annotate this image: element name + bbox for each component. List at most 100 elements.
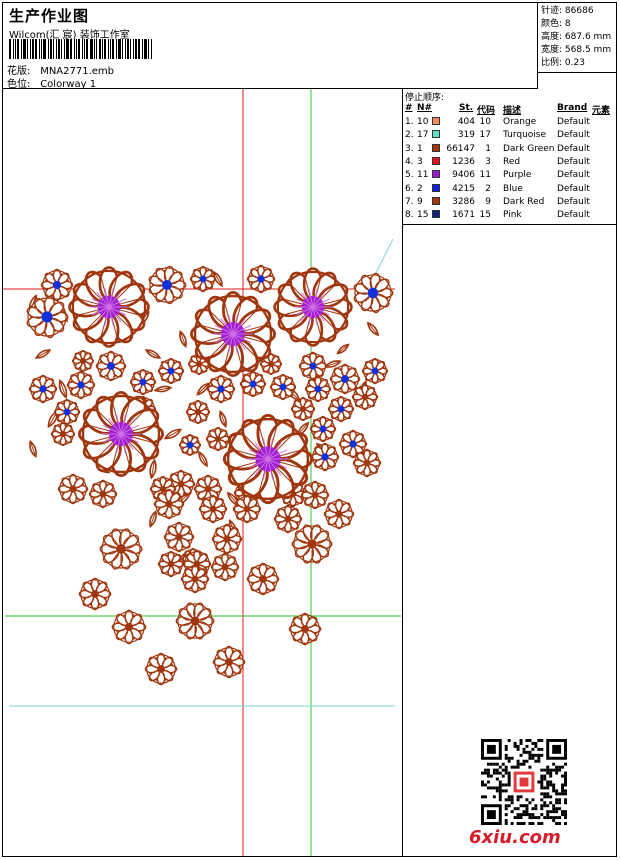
leaf-motif [163, 428, 183, 440]
flower-motif [211, 523, 243, 555]
row-stitches: 1236 [452, 156, 475, 167]
leaf-motif [366, 321, 380, 337]
row-brand: Default [557, 156, 590, 167]
col-header-needle: N# [417, 103, 433, 113]
stop-sequence-row: 4. 3 1236 3 Red Default [403, 156, 616, 170]
stat-height: 高度: 687.6 mm [541, 32, 612, 42]
row-index: 3. [405, 143, 414, 154]
flower-motif [198, 494, 228, 524]
row-index: 5. [405, 170, 414, 181]
flower-motif [180, 564, 210, 594]
stop-sequence-row: 1. 10 404 10 Orange Default [403, 117, 616, 130]
stop-sequence-row: 2. 17 319 17 Turquoise Default [403, 130, 616, 143]
row-index: 4. [405, 156, 414, 167]
row-needle: 2 [417, 183, 423, 194]
row-code: 11 [479, 170, 491, 181]
flower-motif [273, 267, 353, 347]
flower-motif [206, 374, 236, 404]
flower-motif [210, 552, 240, 582]
leaf-motif [198, 450, 208, 468]
row-desc: Red [503, 156, 521, 167]
row-needle: 1 [417, 143, 423, 154]
qr-code [481, 739, 567, 825]
stat-stitches: 针迹: 86686 [541, 6, 594, 16]
col-header-stitches: St. [459, 103, 474, 113]
row-needle: 3 [417, 156, 423, 167]
row-brand: Default [557, 183, 590, 194]
leaf-motif [29, 440, 37, 458]
barcode [9, 39, 167, 59]
embroidery-preview [3, 89, 401, 856]
row-stitches: 404 [457, 117, 475, 127]
flower-motif [66, 370, 96, 400]
flower-motif [175, 602, 215, 640]
row-code: 15 [479, 210, 491, 221]
row-code: 1 [485, 143, 491, 154]
flower-motif [352, 448, 382, 478]
flower-motif [163, 521, 195, 553]
row-stitches: 9406 [452, 170, 475, 181]
col-header-element: 元素 [592, 106, 611, 116]
flower-motif [50, 421, 76, 447]
color-swatch [432, 210, 440, 219]
flower-motif [327, 395, 355, 423]
stats-panel: 针迹: 86686 颜色: 8 高度: 687.6 mm 宽度: 568.5 m… [538, 3, 616, 73]
row-needle: 15 [417, 210, 429, 221]
row-brand: Default [557, 130, 590, 141]
colorway-row: 色位: Colorway 1 [7, 75, 96, 90]
col-header-brand: Brand [557, 103, 588, 113]
worksheet: 生产作业图 Wilcom(汇 宸) 装饰工作室 花版: MNA2771.emb … [2, 2, 617, 857]
flower-motif [148, 265, 187, 305]
row-stitches: 3286 [452, 196, 475, 207]
flower-motif [178, 433, 202, 457]
site-logo: 6xiu.com [469, 827, 561, 848]
row-brand: Default [557, 196, 590, 207]
row-desc: Blue [503, 183, 523, 194]
row-brand: Default [557, 210, 590, 221]
header-block: 生产作业图 Wilcom(汇 宸) 装饰工作室 花版: MNA2771.emb … [3, 3, 538, 90]
stop-sequence-row: 6. 2 4215 2 Blue Default [403, 183, 616, 197]
row-desc: Purple [503, 170, 532, 181]
row-needle: 11 [417, 170, 429, 181]
row-index: 1. [405, 117, 414, 127]
flower-motif [361, 357, 389, 385]
color-swatch [432, 156, 440, 165]
flower-motif [111, 609, 147, 645]
leaf-motif [219, 410, 227, 428]
row-stitches: 319 [457, 130, 475, 141]
flower-motif [99, 528, 143, 570]
flower-motif [273, 504, 303, 534]
flower-motif [144, 652, 178, 686]
stop-sequence-title: 停止顺序: [405, 93, 445, 103]
leaf-motif [149, 510, 157, 528]
row-code: 17 [479, 130, 491, 141]
leaf-motif [144, 349, 162, 359]
leaf-motif [58, 379, 68, 399]
flower-motif [309, 415, 337, 443]
colorway-label: 色位: [7, 79, 31, 90]
color-swatch [432, 196, 440, 205]
leaf-motif [34, 349, 52, 359]
row-needle: 10 [417, 117, 429, 127]
flower-motif [351, 383, 379, 411]
flower-motif [300, 480, 330, 510]
row-stitches: 4215 [452, 183, 475, 194]
flower-motif [298, 351, 328, 381]
row-brand: Default [557, 170, 590, 181]
flower-motif [40, 268, 74, 302]
color-swatch [432, 183, 440, 192]
leaf-motif [179, 330, 187, 348]
flower-motif [57, 473, 89, 505]
flower-motif [193, 474, 223, 504]
flower-motif [212, 645, 246, 679]
stat-colors: 颜色: 8 [541, 19, 571, 29]
stop-sequence-row: 7. 9 3286 9 Dark Red Default [403, 196, 616, 210]
flower-motif [353, 272, 394, 314]
flower-motif [205, 426, 231, 452]
row-stitches: 1671 [452, 210, 475, 221]
flower-motif [157, 550, 185, 578]
flower-motif [68, 266, 150, 348]
color-swatch [432, 117, 440, 125]
flower-motif [239, 370, 267, 398]
flower-motif [323, 498, 355, 530]
